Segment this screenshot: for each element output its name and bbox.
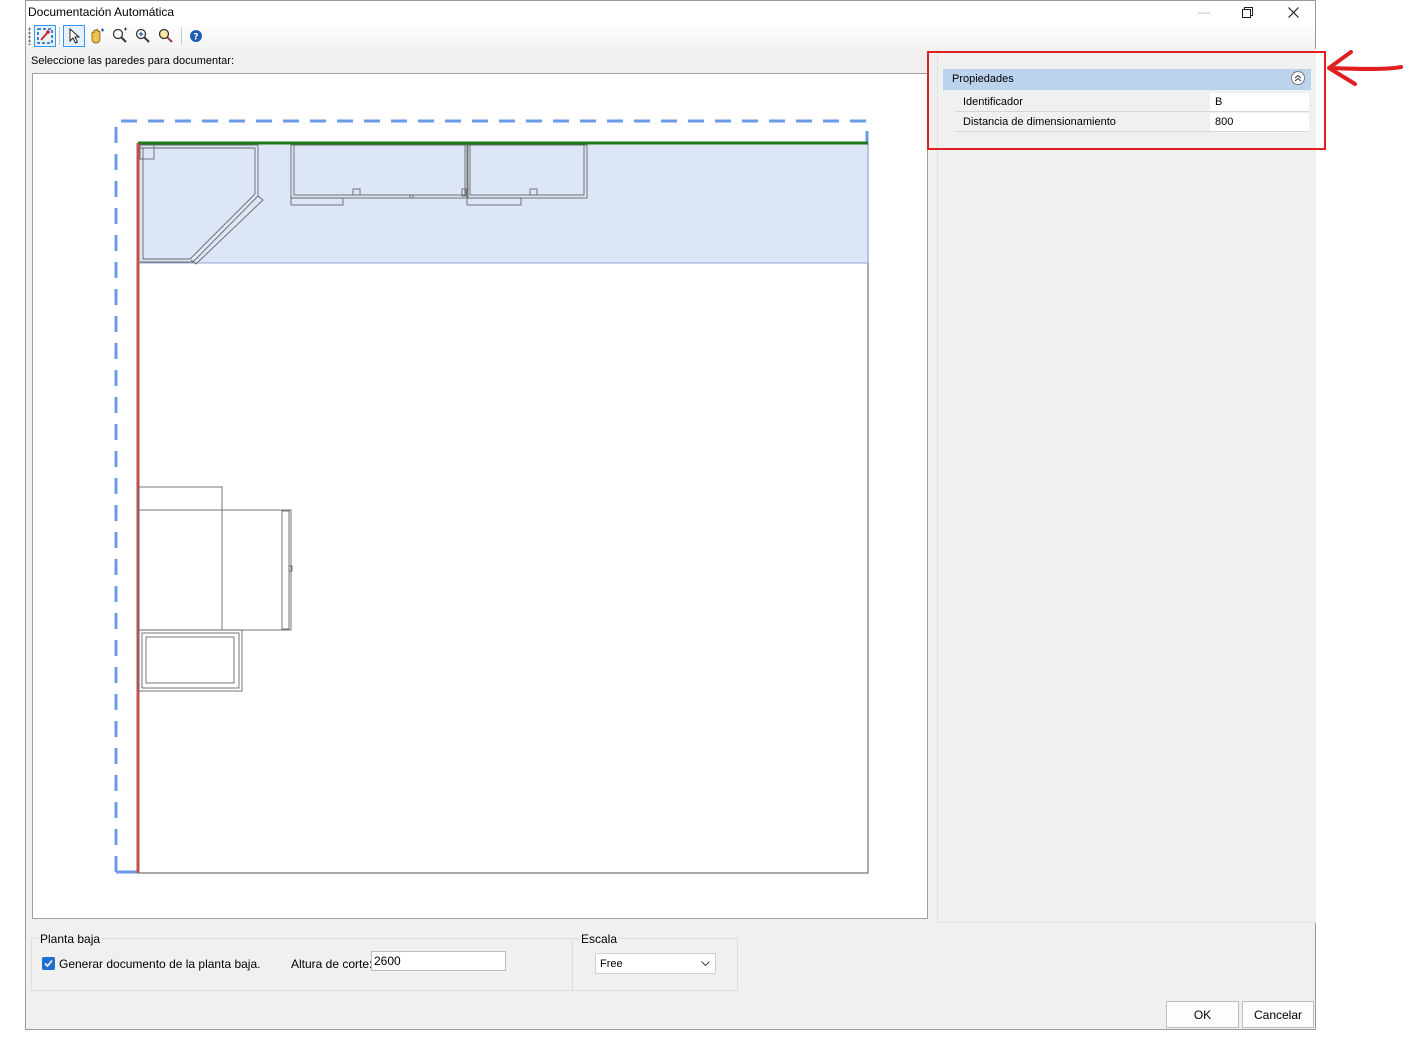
properties-header[interactable]: Propiedades [943,69,1311,90]
ground-floor-group: Planta baja Generar documento de la plan… [31,932,573,991]
generate-ground-floor-checkbox[interactable] [42,957,55,970]
zoom-extents-button[interactable] [155,25,177,47]
pointer-button[interactable] [63,25,85,47]
scale-selected-value: Free [600,958,623,970]
toolbar: ? [26,23,1315,49]
help-button[interactable]: ? [185,25,207,47]
chevron-up-icon [1294,74,1302,82]
close-icon [1287,6,1299,18]
zoom-in-button[interactable] [132,25,154,47]
restore-icon [1241,6,1253,18]
ok-button[interactable]: OK [1166,1001,1239,1028]
chevron-down-icon [701,961,710,967]
toolbar-separator [181,27,182,45]
auto-documentation-window: Documentación Automática — ? Seleccione … [25,0,1316,1030]
scale-select[interactable]: Free [595,953,716,974]
selected-wall-zone [138,142,869,264]
property-label: Identificador [955,93,1210,111]
properties-panel: Propiedades Identificador B Distancia de… [937,49,1316,923]
minimize-icon: — [1198,5,1210,19]
scale-legend: Escala [579,932,620,946]
pan-button[interactable] [86,25,108,47]
cancel-button[interactable]: Cancelar [1242,1001,1314,1028]
collapse-button[interactable] [1291,71,1305,85]
toolbar-grip[interactable] [28,27,31,45]
annotation-arrow-icon [1327,50,1403,86]
cut-height-input[interactable] [371,951,506,971]
property-value[interactable]: B [1210,93,1309,111]
pointer-icon [69,28,81,44]
properties-title: Propiedades [952,73,1014,85]
property-row-dimension-distance[interactable]: Distancia de dimensionamiento 800 [955,113,1309,132]
zoom-in-icon [135,28,150,43]
select-walls-button[interactable] [34,25,56,47]
property-label: Distancia de dimensionamiento [955,113,1210,131]
help-icon: ? [190,30,202,43]
checkmark-icon [44,959,53,968]
zoom-extents-icon [158,28,173,43]
property-row-identifier[interactable]: Identificador B [955,93,1309,112]
zoom-window-button[interactable] [109,25,131,47]
window-title: Documentación Automática [28,5,175,19]
minimize-button[interactable]: — [1181,1,1227,23]
instruction-text: Seleccione las paredes para documentar: [31,55,235,67]
toolbar-separator [59,27,60,45]
scale-group: Escala Free [572,932,738,991]
ground-floor-legend: Planta baja [38,932,103,946]
zoom-window-icon [112,27,127,43]
generate-ground-floor-label[interactable]: Generar documento de la planta baja. [59,957,260,971]
drawing-canvas[interactable] [32,73,928,919]
close-button[interactable] [1270,1,1316,23]
svg-text:?: ? [193,33,198,43]
wall-select-icon [37,28,53,44]
property-value[interactable]: 800 [1210,113,1309,131]
cut-height-label: Altura de corte: [291,957,373,971]
restore-button[interactable] [1224,1,1270,23]
title-bar: Documentación Automática — [26,1,1315,23]
hand-icon [91,28,104,44]
floor-plan[interactable] [33,74,927,918]
